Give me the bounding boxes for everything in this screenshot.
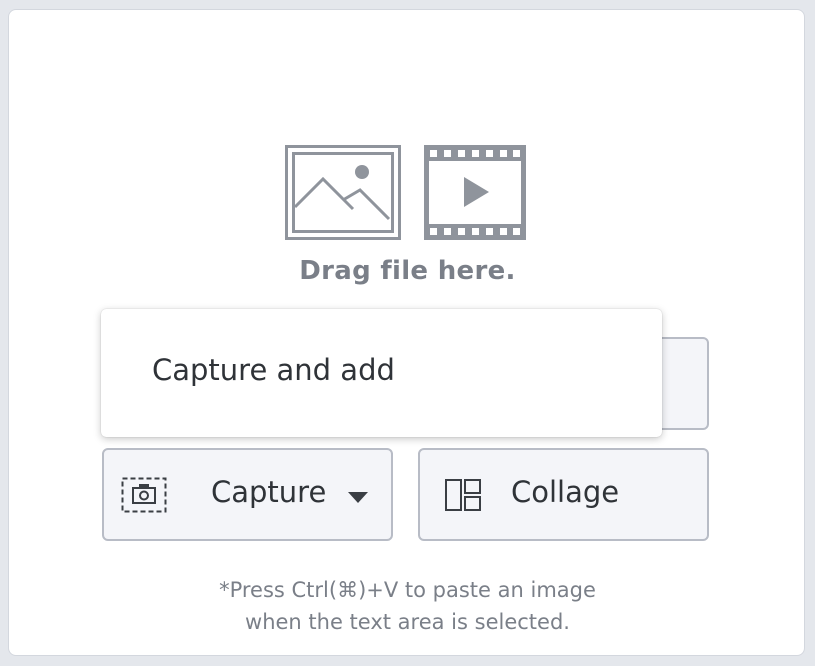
collage-button-label: Collage bbox=[511, 475, 620, 509]
media-icons bbox=[285, 145, 526, 240]
chevron-down-icon bbox=[348, 492, 368, 503]
capture-button-label: Capture bbox=[211, 475, 327, 509]
video-icon bbox=[424, 145, 526, 240]
image-icon bbox=[285, 145, 401, 240]
paste-hint-line-2: when the text area is selected. bbox=[245, 610, 570, 634]
collage-layout-icon bbox=[445, 479, 481, 511]
capture-dropdown-menu: Capture and add bbox=[101, 309, 662, 437]
capture-camera-icon bbox=[121, 477, 167, 513]
drag-file-text: Drag file here. bbox=[299, 256, 516, 286]
paste-hint-line-1: *Press Ctrl(⌘)+V to paste an image bbox=[219, 578, 596, 602]
collage-button[interactable]: Collage bbox=[418, 448, 709, 541]
menu-item-label: Capture and add bbox=[152, 353, 395, 387]
paste-hint: *Press Ctrl(⌘)+V to paste an image when … bbox=[0, 574, 815, 638]
menu-item-capture-and-add[interactable]: Capture and add bbox=[101, 309, 662, 437]
capture-button[interactable]: Capture bbox=[102, 448, 393, 541]
